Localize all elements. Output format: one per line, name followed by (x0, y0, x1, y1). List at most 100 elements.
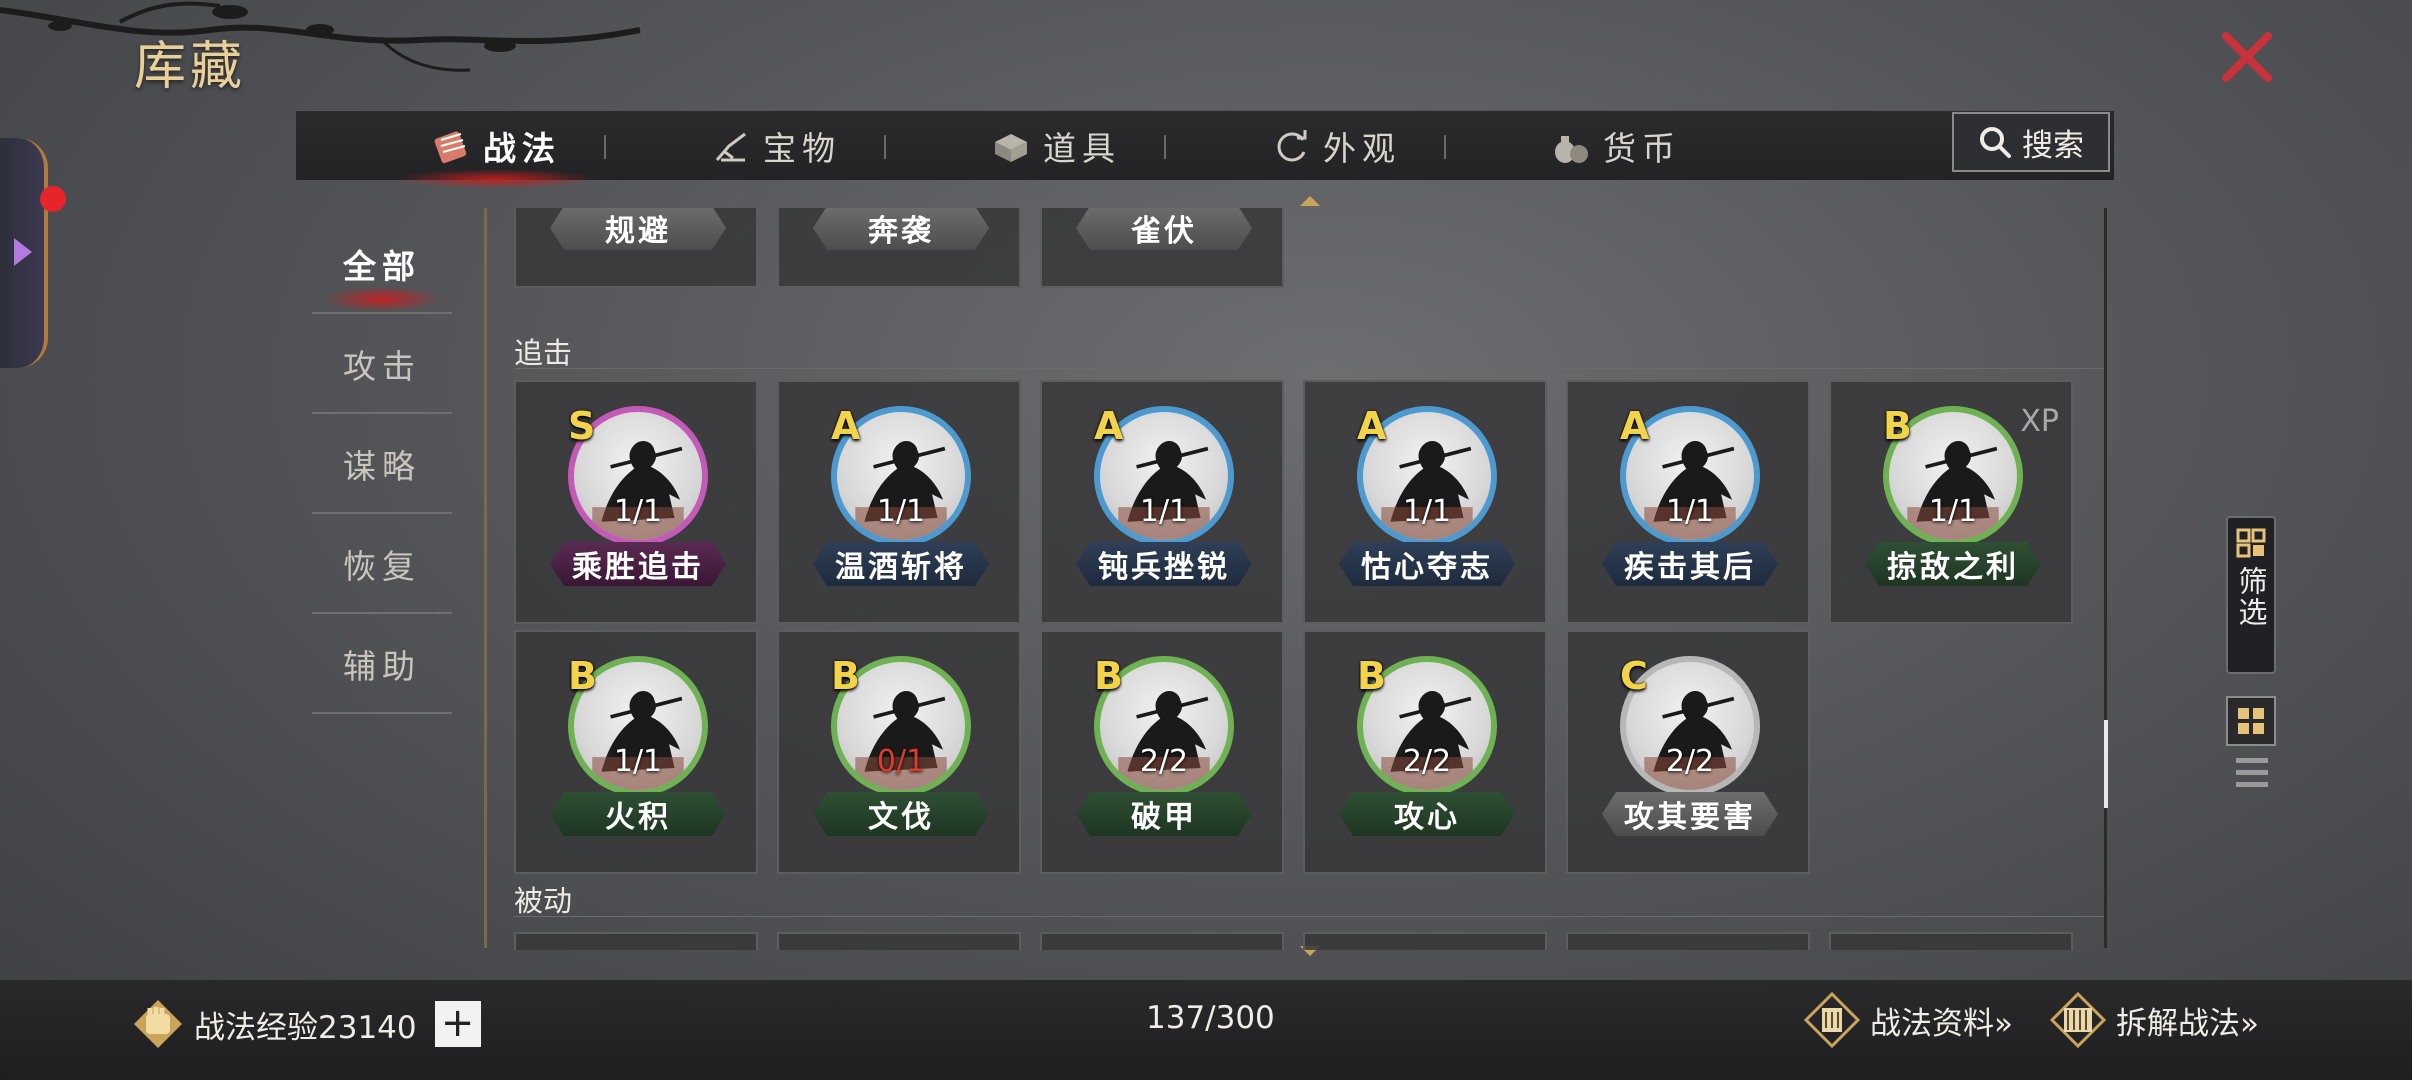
close-icon[interactable] (2218, 28, 2276, 86)
card-name: 钝兵挫锐 (1076, 542, 1252, 586)
tactic-card[interactable]: 2/2雀伏 (1040, 208, 1284, 288)
card-name: 雀伏 (1076, 208, 1252, 250)
category-attack[interactable]: 攻击 (312, 314, 452, 414)
tactics-exp: 战法经验23140 + (132, 994, 481, 1054)
tactic-card[interactable]: A 1/1 钝兵挫锐 (1040, 380, 1284, 624)
divider (484, 208, 487, 948)
card-name: 破甲 (1076, 792, 1252, 836)
dismantle-tactics-link[interactable]: 拆解战法» (2050, 990, 2259, 1050)
card-count: 2/2 (1665, 744, 1715, 779)
category-list: 全部 攻击 谋略 恢复 辅助 (312, 214, 452, 714)
page-title: 库藏 (134, 37, 247, 97)
card-grade: B (1357, 654, 1386, 698)
card-grade: A (831, 404, 861, 448)
tactic-card-partial[interactable] (514, 932, 758, 950)
notification-dot (40, 186, 66, 212)
list-view-icon[interactable] (2236, 756, 2268, 790)
card-name: 乘胜追击 (550, 542, 726, 586)
category-strategy[interactable]: 谋略 (312, 414, 452, 514)
dismantle-tactics-label: 拆解战法» (2116, 1005, 2259, 1042)
scroll-up-icon[interactable] (1298, 194, 1322, 208)
card-grade: B (831, 654, 860, 698)
card-count: 2/2 (1139, 744, 1189, 779)
card-count: 0/1 (876, 744, 926, 779)
tactic-card-partial[interactable] (1829, 932, 2073, 950)
arrow-right-icon (14, 238, 32, 266)
card-count: 1/1 (876, 494, 926, 529)
card-count: 1/1 (613, 744, 663, 779)
card-grade: C (1620, 654, 1648, 698)
box-icon (995, 134, 1027, 162)
category-label: 辅助 (343, 647, 421, 686)
scroll-track[interactable] (2104, 208, 2107, 948)
search-icon (1980, 127, 2011, 158)
tactic-card[interactable]: S 1/1 乘胜追击 (514, 380, 758, 624)
scroll-bundle-icon (434, 131, 467, 164)
side-drawer-handle[interactable] (0, 138, 48, 368)
card-grade: B (568, 654, 597, 698)
tactic-card[interactable]: B 0/1 文伐 (777, 630, 1021, 874)
tab-items[interactable]: 道具 (916, 111, 1196, 181)
refresh-icon (1277, 130, 1307, 162)
scroll-icon (2050, 992, 2106, 1048)
card-count: 1/1 (1402, 494, 1452, 529)
add-exp-button[interactable]: + (434, 1001, 481, 1047)
tab-tactics[interactable]: 战法 (356, 111, 636, 189)
search-label: 搜索 (2022, 127, 2084, 164)
exp-value: 战法经验23140 (194, 1009, 417, 1046)
xp-badge: XP (2020, 404, 2059, 439)
tab-divider (884, 135, 886, 159)
tactic-card[interactable]: A 1/1 疾击其后 (1566, 380, 1810, 624)
card-grade: B (1094, 654, 1123, 698)
search-button[interactable]: 搜索 (1952, 112, 2110, 172)
tactics-info-link[interactable]: 战法资料» (1804, 990, 2013, 1050)
scrollbar-thumb[interactable] (2104, 720, 2108, 808)
card-name: 规避 (550, 208, 726, 250)
filter-button[interactable]: 筛选 (2226, 516, 2276, 674)
tactic-card-partial[interactable] (1303, 932, 1547, 950)
category-all[interactable]: 全部 (312, 214, 452, 314)
card-name: 温酒斩将 (813, 542, 989, 586)
section-divider (514, 368, 2104, 369)
card-name: 攻心 (1339, 792, 1515, 836)
tactic-card[interactable]: B 2/2 攻心 (1303, 630, 1547, 874)
tactic-card[interactable]: A 1/1 怙心夺志 (1303, 380, 1547, 624)
tactic-card-partial[interactable] (777, 932, 1021, 950)
card-name: 疾击其后 (1602, 542, 1778, 586)
card-grade: B (1883, 404, 1912, 448)
tactic-card[interactable]: C 2/2 攻其要害 (1566, 630, 1810, 874)
tactic-card[interactable]: B 2/2 破甲 (1040, 630, 1284, 874)
card-name: 文伐 (813, 792, 989, 836)
tab-divider (1164, 135, 1166, 159)
tactic-card[interactable]: 2/2规避 (514, 208, 758, 288)
category-tab-bar: 战法 宝物 道具 外观 货币 (296, 110, 2114, 189)
category-support[interactable]: 辅助 (312, 614, 452, 714)
treasure-icon (715, 132, 746, 162)
tab-currency[interactable]: 货币 (1476, 111, 1756, 181)
category-recovery[interactable]: 恢复 (312, 514, 452, 614)
tactic-card[interactable]: A 1/1 温酒斩将 (777, 380, 1021, 624)
card-count: 1/1 (1665, 494, 1715, 529)
tactic-card[interactable]: B 1/1 掠敌之利 XP (1829, 380, 2073, 624)
tactic-card[interactable]: B 1/1 火积 (514, 630, 758, 874)
category-label: 攻击 (343, 347, 421, 386)
tab-divider (604, 135, 606, 159)
grid-filter-icon (2236, 528, 2266, 558)
card-name: 怙心夺志 (1339, 542, 1515, 586)
tab-treasures[interactable]: 宝物 (636, 111, 916, 181)
grid-view-toggle[interactable] (2226, 696, 2276, 746)
tactic-card[interactable]: 2/2奔袭 (777, 208, 1021, 288)
tactic-card-partial[interactable] (1566, 932, 1810, 950)
tactic-card-partial[interactable] (1040, 932, 1284, 950)
tab-appearance[interactable]: 外观 (1196, 111, 1476, 181)
tab-label: 宝物 (763, 129, 841, 168)
card-count: 1/1 (613, 494, 663, 529)
card-count: 1/1 (1139, 494, 1189, 529)
section-title-passive: 被动 (514, 884, 573, 918)
capacity-counter: 137/300 (1146, 1000, 1275, 1036)
tactics-grid: 2/2规避 2/2奔袭 2/2雀伏追击 S1/1乘胜追击 A1/1温酒斩将 A1… (514, 208, 2104, 950)
tab-divider (1444, 135, 1446, 159)
tab-label: 战法 (483, 129, 561, 168)
card-grade: A (1094, 404, 1124, 448)
grid-view-icon (2238, 708, 2264, 734)
